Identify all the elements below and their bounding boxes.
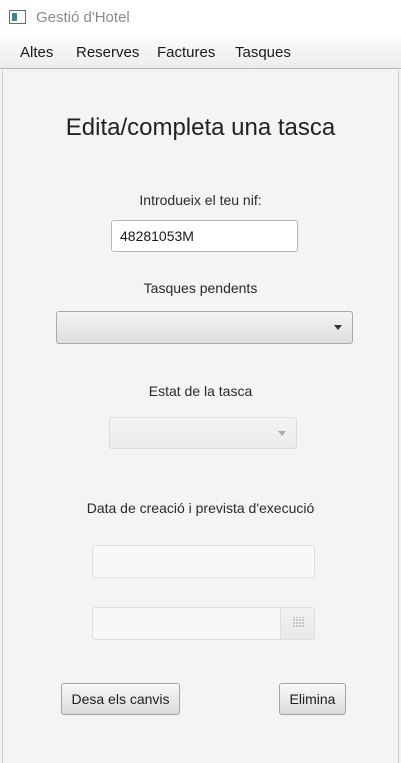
menu-altes[interactable]: Altes (20, 44, 53, 61)
pending-tasks-label: Tasques pendents (143, 280, 258, 296)
chevron-down-icon (334, 325, 342, 330)
calendar-button[interactable] (280, 608, 314, 639)
calendar-icon (293, 617, 304, 628)
nif-label: Introdueix el teu nif: (139, 192, 262, 208)
dates-label: Data de creació i prevista d'execució (86, 500, 315, 516)
page-title: Edita/completa una tasca (65, 114, 336, 141)
menu-tasques[interactable]: Tasques (235, 44, 291, 61)
planned-date-picker[interactable] (92, 607, 315, 640)
window-title: Gestió d'Hotel (36, 9, 130, 26)
delete-button[interactable]: Elimina (279, 683, 346, 715)
nif-input[interactable] (111, 220, 298, 252)
pending-tasks-dropdown[interactable] (56, 311, 353, 344)
task-status-dropdown[interactable] (109, 417, 297, 449)
save-changes-button[interactable]: Desa els canvis (61, 683, 180, 715)
task-status-label: Estat de la tasca (148, 383, 253, 399)
chevron-down-icon (278, 431, 286, 436)
title-bar: Gestió d'Hotel (0, 0, 401, 37)
app-window-icon (9, 10, 26, 24)
creation-date-field[interactable] (92, 545, 315, 578)
menu-reserves[interactable]: Reserves (76, 44, 139, 61)
menu-bar: Altes Reserves Factures Tasques (0, 37, 401, 69)
menu-factures[interactable]: Factures (157, 44, 215, 61)
